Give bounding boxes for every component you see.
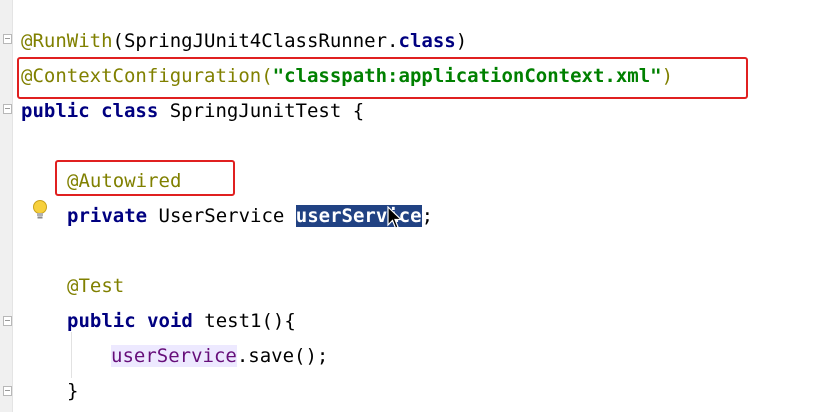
- field-reference: userService: [111, 345, 237, 367]
- code-line-closing-brace[interactable]: }: [67, 376, 78, 406]
- fold-marker-icon[interactable]: [3, 316, 12, 326]
- code-editor[interactable]: @RunWith(SpringJUnit4ClassRunner.class) …: [0, 0, 831, 412]
- highlight-box-context-configuration: [17, 57, 748, 99]
- fold-marker-icon[interactable]: [3, 34, 12, 44]
- field-type: UserService: [147, 205, 296, 227]
- keyword-public-void: public void: [67, 310, 193, 332]
- keyword-class: class: [398, 30, 456, 52]
- semicolon: ;: [421, 205, 434, 227]
- indent-guide: [71, 332, 72, 378]
- fold-marker-icon[interactable]: [3, 386, 12, 396]
- runwith-args: (SpringJUnit4ClassRunner.: [112, 30, 399, 52]
- editor-gutter: [0, 0, 13, 412]
- annotation-test: @Test: [67, 275, 125, 297]
- lightbulb-icon[interactable]: [32, 199, 48, 221]
- keyword-private: private: [67, 205, 148, 227]
- keyword-public-class: public class: [21, 100, 159, 122]
- code-line-class-declaration[interactable]: public class SpringJunitTest {: [21, 96, 364, 126]
- method-call: .save();: [236, 345, 329, 367]
- class-name: SpringJunitTest {: [158, 100, 365, 122]
- code-line-field-declaration[interactable]: private UserService userService;: [67, 201, 433, 231]
- method-signature: test1(){: [192, 310, 296, 332]
- annotation-runwith: @RunWith: [21, 30, 113, 52]
- code-line-method-declaration[interactable]: public void test1(){: [67, 306, 296, 336]
- closing-brace: }: [67, 380, 79, 402]
- runwith-close: ): [455, 30, 468, 52]
- mouse-pointer-icon: [387, 206, 403, 229]
- code-line-runwith[interactable]: @RunWith(SpringJUnit4ClassRunner.class): [21, 26, 467, 56]
- fold-marker-icon[interactable]: [3, 104, 12, 114]
- code-line-method-call[interactable]: userService.save();: [111, 341, 328, 371]
- code-line-test-annotation[interactable]: @Test: [67, 271, 124, 301]
- highlight-box-autowired: [55, 160, 235, 196]
